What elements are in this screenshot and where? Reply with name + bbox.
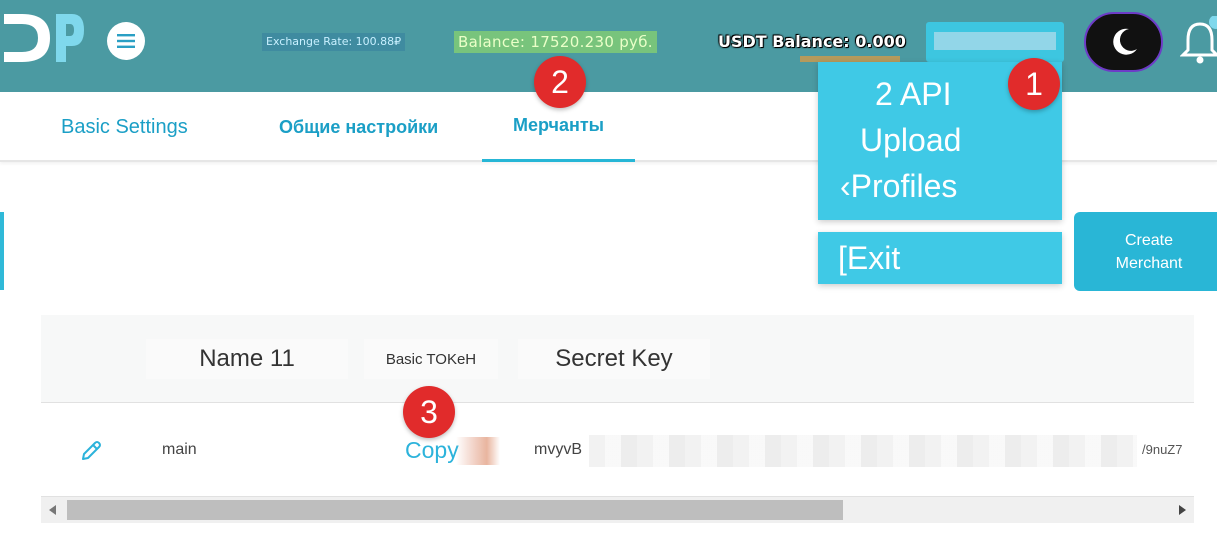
table-header: Name 11 Basic TOKeH Secret Key [41,315,1194,403]
arrow-left-icon [49,505,56,515]
menu-item-upload[interactable]: Upload [860,122,961,159]
moon-icon [1112,28,1137,55]
copy-token-link[interactable]: Copy [405,437,459,464]
exchange-rate: Exchange Rate: 100.88₽ [262,33,406,51]
column-header-name[interactable]: Name 11 [146,339,348,379]
menu-item-exit[interactable]: [Exit [838,240,900,277]
logo-icon[interactable] [0,8,90,68]
hamburger-icon [117,34,135,48]
create-merchant-label: Create Merchant [1115,231,1183,272]
redacted-username [934,32,1056,50]
usdt-balance: USDT Balance: 0.000 [718,32,906,51]
theme-toggle-button[interactable] [1084,12,1163,72]
step-badge-2: 2 [534,56,586,108]
column-header-secret-key[interactable]: Secret Key [518,339,710,379]
step-badge-3: 3 [403,386,455,438]
scroll-left-button[interactable] [41,497,65,523]
tab-basic-settings[interactable]: Basic Settings [61,92,188,162]
balance: Balance: 17520.230 руб. [454,31,657,53]
redacted-secret-key [589,435,1137,467]
menu-item-profiles[interactable]: ‹Profiles [840,168,957,205]
column-header-basic-token[interactable]: Basic TOKeH [364,339,498,379]
secret-key-start: mvyvB [534,441,582,458]
merchant-name: main [162,441,197,458]
step-badge-1: 1 [1008,58,1060,110]
profile-button[interactable] [926,22,1064,62]
chevron-left-icon: ‹ [840,168,851,204]
menu-item-profiles-label: Profiles [850,168,958,204]
exit-menu: [Exit [818,232,1062,284]
secret-key-end: /9nuZ7 [1142,442,1183,457]
scrollbar-thumb[interactable] [67,500,843,520]
bell-icon[interactable] [1180,16,1217,66]
redacted-token [456,437,500,465]
arrow-right-icon [1179,505,1186,515]
side-accent [0,212,4,290]
pencil-icon[interactable] [79,439,103,463]
table-row: main Copy mvyvB /9nuZ7 [41,403,1194,497]
scroll-right-button[interactable] [1170,497,1194,523]
horizontal-scrollbar[interactable] [41,497,1194,523]
menu-item-api[interactable]: 2 API [875,76,952,113]
menu-button[interactable] [107,22,145,60]
create-merchant-button[interactable]: Create Merchant [1074,212,1217,291]
tab-general-settings[interactable]: Общие настройки [279,92,438,162]
